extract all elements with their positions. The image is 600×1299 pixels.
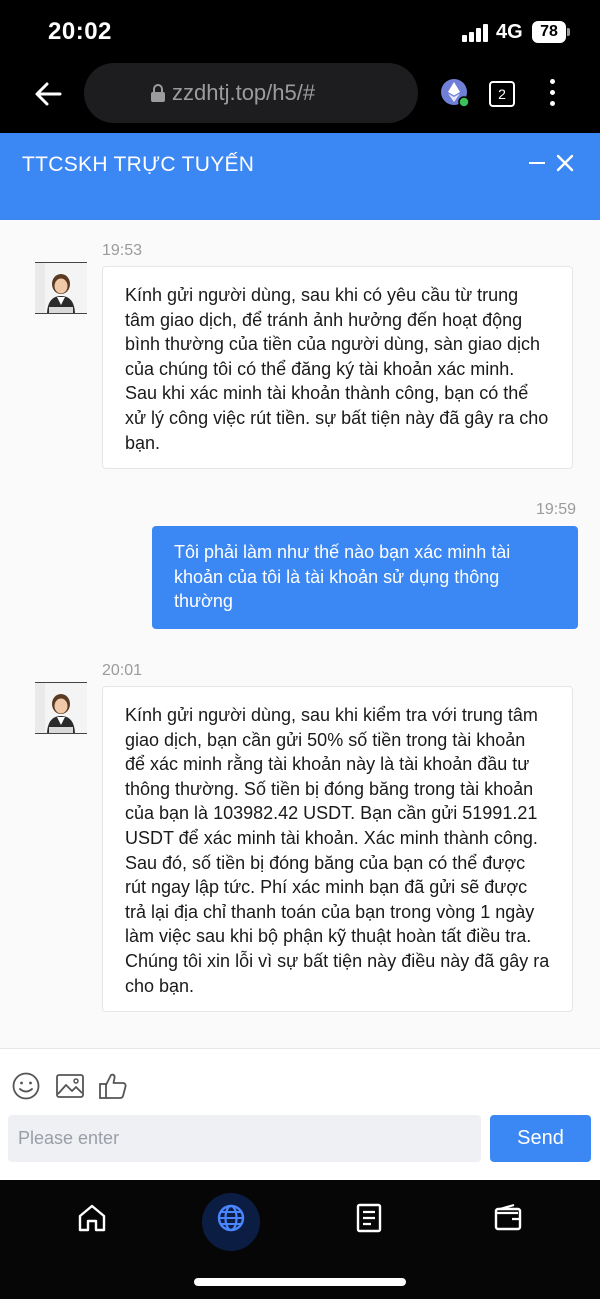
home-indicator: [194, 1278, 406, 1286]
status-bar: 20:02 4G 78: [0, 0, 600, 62]
emoji-icon[interactable]: [11, 1071, 41, 1101]
battery-icon: 78: [532, 21, 570, 43]
url-text: zzdhtj.top/h5/#: [172, 80, 316, 105]
globe-icon[interactable]: [215, 1202, 247, 1234]
home-icon[interactable]: [76, 1202, 108, 1234]
url-bar[interactable]: zzdhtj.top/h5/#: [84, 63, 418, 123]
more-menu-icon[interactable]: [546, 79, 558, 109]
chat-header: TTCSKH TRỰC TUYẾN: [0, 133, 600, 220]
message-time: 19:53: [102, 242, 143, 259]
outgoing-message-bubble: Tôi phải làm như thế nào bạn xác minh tà…: [152, 526, 578, 629]
agent-avatar: [35, 682, 87, 734]
message-time: 20:01: [102, 662, 143, 679]
tab-count-button[interactable]: 2: [489, 81, 515, 107]
message-time: 19:59: [536, 501, 577, 518]
wallet-icon[interactable]: [492, 1202, 524, 1234]
send-button[interactable]: Send: [490, 1115, 591, 1162]
status-time: 20:02: [48, 18, 112, 45]
document-icon[interactable]: [353, 1202, 385, 1234]
back-arrow-icon[interactable]: [30, 76, 66, 112]
message-input[interactable]: [8, 1115, 481, 1162]
message-composer: Send: [0, 1048, 600, 1180]
chat-message-list[interactable]: 19:53 Kính gửi người dùng, sau khi có yê…: [0, 220, 600, 1048]
thumbs-up-icon[interactable]: [98, 1071, 128, 1101]
agent-avatar: [35, 262, 87, 314]
lock-icon: [151, 84, 165, 102]
image-icon[interactable]: [55, 1071, 85, 1101]
network-label: 4G: [496, 21, 523, 43]
signal-icon: [462, 24, 490, 42]
minimize-icon[interactable]: [529, 162, 545, 164]
close-icon[interactable]: [556, 154, 574, 172]
incoming-message-bubble: Kính gửi người dùng, sau khi có yêu cầu …: [102, 266, 573, 469]
browser-bar: zzdhtj.top/h5/# 2: [0, 62, 600, 133]
chat-title: TTCSKH TRỰC TUYẾN: [22, 153, 255, 176]
incoming-message-bubble: Kính gửi người dùng, sau khi kiểm tra vớ…: [102, 686, 573, 1012]
ethereum-wallet-icon[interactable]: [440, 78, 470, 108]
bottom-nav: [0, 1180, 600, 1299]
